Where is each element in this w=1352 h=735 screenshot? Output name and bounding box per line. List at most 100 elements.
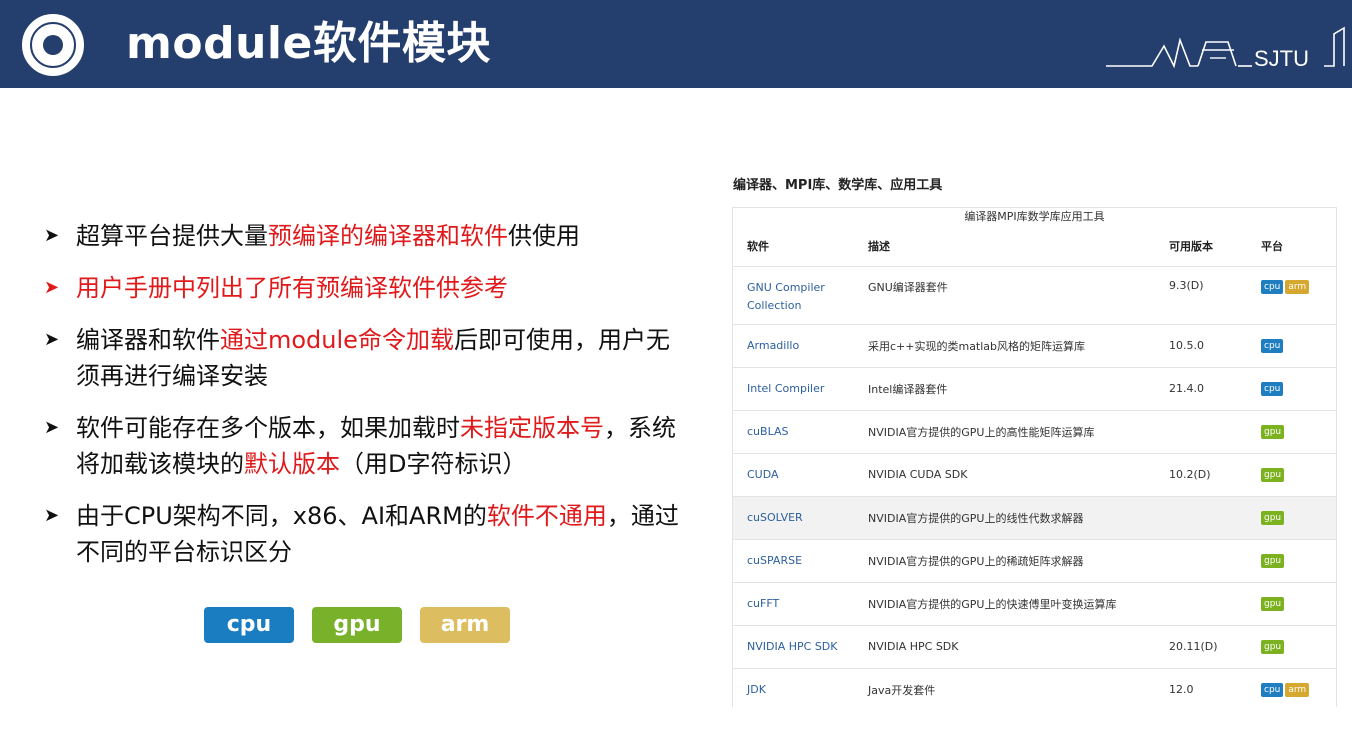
sjtu-brand-logo: SJTU (1106, 26, 1345, 71)
software-version (1155, 539, 1247, 583)
table-row: GNU Compiler Collection GNU编译器套件 9.3(D) cpu… (733, 266, 1336, 325)
bullet-highlight: 通过module命令加载 (220, 326, 454, 354)
cpu-tag: cpu (1261, 279, 1284, 294)
software-description: NVIDIA CUDA SDK (854, 453, 1155, 497)
bullet-text: （用D字符标识） (340, 450, 527, 478)
column-header[interactable]: 软件 (733, 226, 854, 267)
table-row: cuFFT NVIDIA官方提供的GPU上的快速傅里叶变换运算库 gpu (733, 582, 1336, 626)
gpu-tag: gpu (1261, 468, 1285, 482)
bullet-text: 编译器和软件 (76, 326, 220, 354)
bullet-highlight: 软件不通用 (486, 502, 607, 530)
gpu-tag: gpu (1261, 640, 1285, 654)
platform-cell: cpu (1247, 367, 1336, 411)
column-header[interactable]: 平台 (1247, 226, 1336, 267)
software-version: 12.0 (1155, 668, 1247, 707)
platform-cell: gpu (1247, 582, 1336, 626)
software-table-panel: 编译器MPI库数学库应用工具 软件 描述 可用版本 平台 GNU Compiler C… (732, 207, 1337, 707)
table-caption: 编译器MPI库数学库应用工具 (964, 210, 1105, 223)
gpu-tag: gpu (1261, 554, 1285, 568)
software-name-link[interactable]: NVIDIA HPC SDK (733, 625, 854, 669)
bullet-text: 中列出了所有预编译软件供参考 (172, 274, 508, 302)
bullet-text: 软件可能存在多个版本，如果加载时 (76, 414, 460, 442)
gpu-tag: gpu (1261, 425, 1285, 439)
arm-badge: arm (420, 607, 510, 643)
software-description: Java开发套件 (854, 668, 1155, 707)
software-description: NVIDIA HPC SDK (854, 625, 1155, 669)
table-row: cuSOLVER NVIDIA官方提供的GPU上的线性代数求解器 gpu (733, 496, 1336, 540)
software-name-link[interactable]: Intel Compiler (733, 367, 854, 411)
table-row: cuSPARSE NVIDIA官方提供的GPU上的稀疏矩阵求解器 gpu (733, 539, 1336, 583)
software-version: 9.3(D) (1155, 266, 1247, 325)
cpu-tag: cpu (1261, 382, 1284, 396)
software-description: NVIDIA官方提供的GPU上的线性代数求解器 (854, 496, 1155, 540)
arrow-bullet-icon: ➤ (44, 225, 60, 246)
software-name-link[interactable]: Armadillo (733, 324, 854, 368)
software-version (1155, 496, 1247, 540)
gpu-tag: gpu (1261, 597, 1285, 611)
software-name-link[interactable]: GNU Compiler Collection (733, 266, 854, 325)
bullet-item: ➤ 编译器和软件通过module命令加载后即可使用，用户无须再进行编译安装 (44, 322, 684, 394)
bullet-item: ➤ 用户手册中列出了所有预编译软件供参考 (44, 270, 684, 306)
software-description: NVIDIA官方提供的GPU上的稀疏矩阵求解器 (854, 539, 1155, 583)
bullet-text: 供使用 (508, 222, 580, 250)
software-name-link[interactable]: JDK (733, 668, 854, 707)
bullet-highlight: 预编译的编译器和软件 (268, 222, 508, 250)
gpu-tag: gpu (1261, 511, 1285, 525)
software-name-link[interactable]: CUDA (733, 453, 854, 497)
table-row: NVIDIA HPC SDK NVIDIA HPC SDK 20.11(D) gpu (733, 625, 1336, 669)
cpu-tag: cpu (1261, 339, 1284, 353)
bullet-highlight: 未指定版本号 (460, 414, 604, 442)
cpu-badge: cpu (204, 607, 294, 643)
software-version: 10.2(D) (1155, 453, 1247, 497)
software-description: NVIDIA官方提供的GPU上的快速傅里叶变换运算库 (854, 582, 1155, 626)
bullet-item: ➤ 软件可能存在多个版本，如果加载时未指定版本号，系统将加载该模块的默认版本（用D… (44, 410, 684, 482)
table-header-row: 软件 描述 可用版本 平台 (733, 226, 1336, 267)
platform-cell: gpu (1247, 496, 1336, 540)
bullet-list: ➤ 超算平台提供大量预编译的编译器和软件供使用 ➤ 用户手册中列出了所有预编译软件供参… (44, 218, 684, 586)
column-header[interactable]: 可用版本 (1155, 226, 1247, 267)
software-table: 软件 描述 可用版本 平台 GNU Compiler Collection GNU编译器… (733, 226, 1336, 707)
bullet-item: ➤ 超算平台提供大量预编译的编译器和软件供使用 (44, 218, 684, 254)
gpu-badge: gpu (312, 607, 402, 643)
software-description: 采用c++实现的类matlab风格的矩阵运算库 (854, 324, 1155, 368)
arm-tag: arm (1285, 683, 1310, 697)
platform-badges: cpu gpu arm (204, 607, 510, 643)
table-row: JDK Java开发套件 12.0 cpu arm (733, 668, 1336, 707)
platform-cell: cpu arm (1247, 668, 1336, 707)
panel-heading: 编译器、MPI库、数学库、应用工具 (733, 178, 943, 193)
university-logo (22, 14, 84, 76)
platform-cell: gpu (1247, 410, 1336, 454)
table-row: CUDA NVIDIA CUDA SDK 10.2(D) gpu (733, 453, 1336, 497)
column-header[interactable]: 描述 (854, 226, 1155, 267)
table-row: cuBLAS NVIDIA官方提供的GPU上的高性能矩阵运算库 gpu (733, 410, 1336, 454)
software-name-link[interactable]: cuFFT (733, 582, 854, 626)
platform-cell: gpu (1247, 539, 1336, 583)
platform-cell: gpu (1247, 453, 1336, 497)
slide-title: module软件模块 (126, 18, 491, 69)
bullet-text: 由于CPU架构不同，x86、AI和ARM的 (76, 502, 487, 530)
software-name-link[interactable]: cuBLAS (733, 410, 854, 454)
bullet-highlight: 默认版本 (244, 450, 340, 478)
platform-cell: cpu arm (1247, 266, 1336, 325)
brand-text: SJTU (1254, 46, 1309, 71)
bullet-item: ➤ 由于CPU架构不同，x86、AI和ARM的软件不通用，通过不同的平台标识区分 (44, 498, 684, 570)
software-name-link[interactable]: cuSPARSE (733, 539, 854, 583)
software-version: 20.11(D) (1155, 625, 1247, 669)
bullet-highlight: 用户手册 (76, 274, 172, 302)
software-description: NVIDIA官方提供的GPU上的高性能矩阵运算库 (854, 410, 1155, 454)
software-version: 10.5.0 (1155, 324, 1247, 368)
software-name-link[interactable]: cuSOLVER (733, 496, 854, 540)
arrow-bullet-icon: ➤ (44, 329, 60, 350)
arrow-bullet-icon: ➤ (44, 417, 60, 438)
arm-tag: arm (1285, 279, 1310, 294)
table-row: Armadillo 采用c++实现的类matlab风格的矩阵运算库 10.5.0 cp… (733, 324, 1336, 368)
arrow-bullet-icon: ➤ (44, 277, 60, 298)
platform-cell: cpu (1247, 324, 1336, 368)
software-version (1155, 410, 1247, 454)
software-description: GNU编译器套件 (854, 266, 1155, 325)
slide-header: module软件模块 SJTU (0, 0, 1352, 88)
software-description: Intel编译器套件 (854, 367, 1155, 411)
software-version: 21.4.0 (1155, 367, 1247, 411)
arrow-bullet-icon: ➤ (44, 505, 60, 526)
table-row: Intel Compiler Intel编译器套件 21.4.0 cpu (733, 367, 1336, 411)
